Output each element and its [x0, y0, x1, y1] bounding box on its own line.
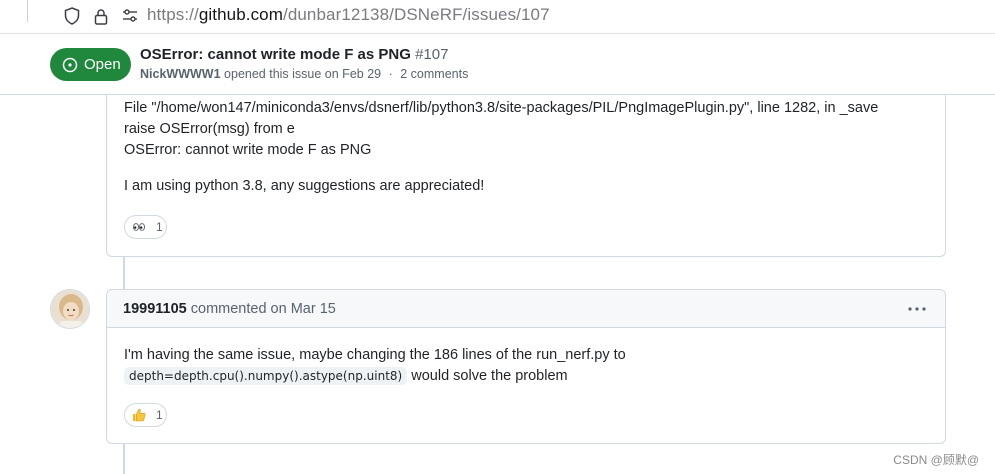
- url-path: /dunbar12138/DSNeRF/issues/107: [283, 5, 550, 24]
- issue-opened-icon: [62, 57, 78, 72]
- url-scheme: https://: [147, 5, 199, 24]
- comment-author-link[interactable]: 19991105: [123, 301, 187, 317]
- lock-icon[interactable]: [92, 6, 110, 26]
- reaction-count: 1: [156, 408, 163, 422]
- comments-count: 2 comments: [400, 67, 469, 81]
- error-line: OSError: cannot write mode F as PNG: [124, 142, 372, 158]
- reaction-button[interactable]: 1: [124, 403, 167, 427]
- issue-comment: 19991105 commented on Mar 15 I'm having …: [106, 289, 946, 444]
- issue-comment: File "/home/won147/miniconda3/envs/dsner…: [106, 80, 946, 257]
- issue-author-link[interactable]: NickWWWW1: [140, 67, 221, 81]
- comment-text-after: would solve the problem: [411, 368, 568, 384]
- issue-state-label: Open: [84, 56, 121, 73]
- permissions-icon[interactable]: [121, 6, 139, 26]
- thumbs-up-icon: [132, 408, 146, 422]
- reaction-count: 1: [156, 220, 163, 234]
- comment-body: I'm having the same issue, maybe changin…: [124, 345, 934, 387]
- raise-line: raise OSError(msg) from e: [124, 121, 295, 137]
- comment-text: I'm having the same issue, maybe changin…: [124, 347, 626, 363]
- kebab-menu-icon[interactable]: [907, 299, 927, 319]
- address-field[interactable]: https://github.com/dunbar12138/DSNeRF/is…: [147, 5, 550, 25]
- issue-number: #107: [415, 46, 449, 63]
- traceback-line: File "/home/won147/miniconda3/envs/dsner…: [124, 100, 879, 116]
- issue-title[interactable]: OSError: cannot write mode F as PNG #107: [140, 46, 448, 63]
- sticky-issue-header: Open OSError: cannot write mode F as PNG…: [0, 35, 995, 95]
- inline-code: depth=depth.cpu().numpy().astype(np.uint…: [124, 367, 408, 385]
- comment-paragraph: I am using python 3.8, any suggestions a…: [124, 178, 485, 194]
- comment-header: 19991105 commented on Mar 15: [107, 290, 945, 328]
- eyes-icon: [132, 220, 146, 234]
- meta-separator: ·: [388, 67, 393, 81]
- browser-url-bar[interactable]: https://github.com/dunbar12138/DSNeRF/is…: [0, 0, 995, 34]
- issue-state-badge: Open: [50, 48, 131, 81]
- reaction-button[interactable]: 1: [124, 215, 167, 239]
- issue-opened-text: opened this issue on Feb 29: [224, 67, 382, 81]
- issue-meta: NickWWWW1 opened this issue on Feb 29 · …: [140, 67, 468, 81]
- csdn-watermark: CSDN @顾默@: [893, 453, 979, 467]
- url-host: github.com: [198, 5, 283, 24]
- comment-body: File "/home/won147/miniconda3/envs/dsner…: [124, 98, 934, 212]
- comment-timestamp[interactable]: commented on Mar 15: [191, 301, 336, 317]
- tab-strip-edge: [27, 0, 28, 22]
- avatar[interactable]: [50, 289, 90, 329]
- shield-icon[interactable]: [63, 6, 81, 26]
- issue-title-text: OSError: cannot write mode F as PNG: [140, 46, 411, 63]
